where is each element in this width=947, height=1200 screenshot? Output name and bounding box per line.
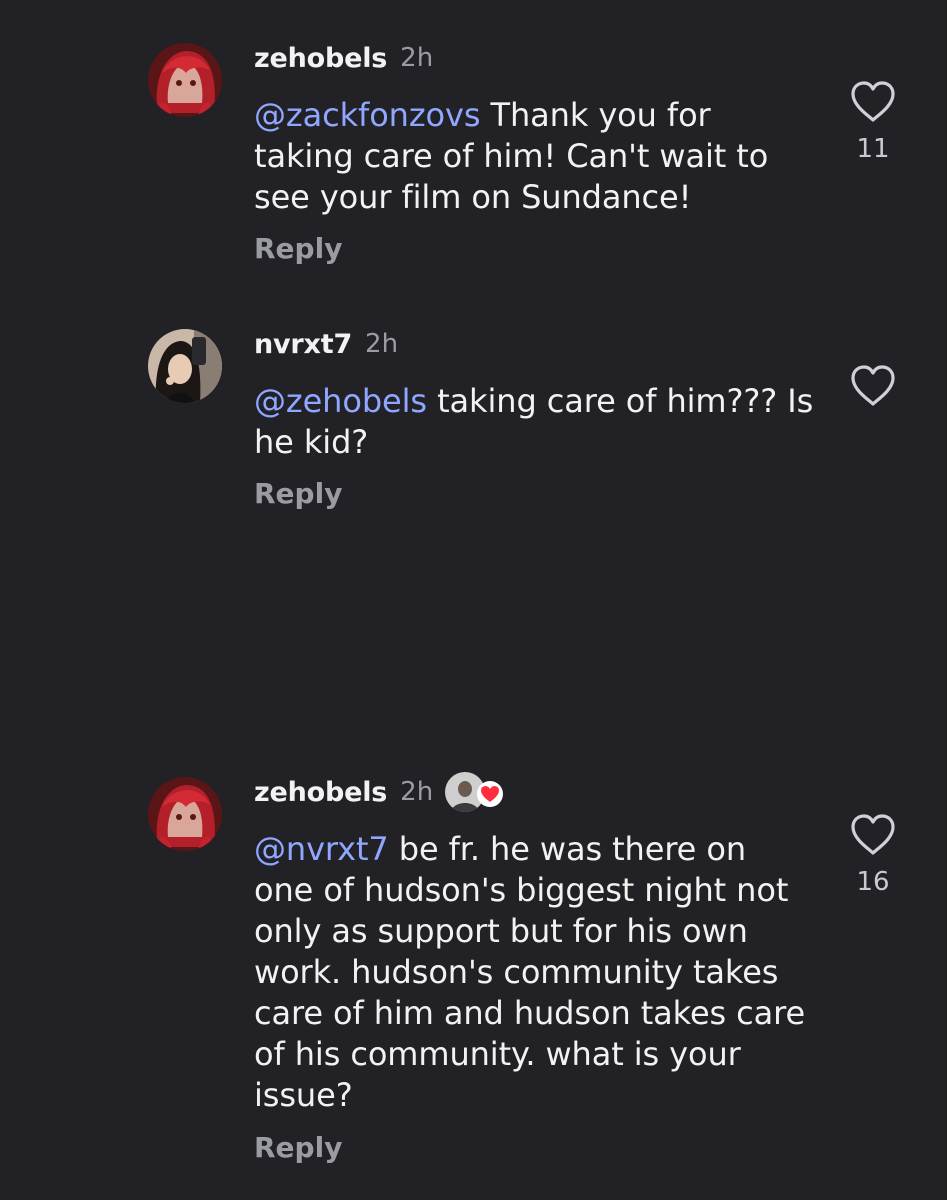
selfie-avatar-icon <box>148 329 222 403</box>
comment-header: zehobels 2h <box>254 40 433 76</box>
red-hair-avatar-icon <box>148 777 222 851</box>
reply-button[interactable]: Reply <box>254 477 342 510</box>
timestamp: 2h <box>400 777 434 807</box>
author-like-heart-icon <box>477 781 504 807</box>
avatar[interactable] <box>148 43 222 117</box>
reply-button[interactable]: Reply <box>254 1131 342 1164</box>
username[interactable]: nvrxt7 <box>254 329 352 360</box>
mention-link[interactable]: @nvrxt7 <box>254 830 389 868</box>
reply-button[interactable]: Reply <box>254 232 342 265</box>
heart-icon[interactable] <box>849 813 897 857</box>
comment-text: @zehobels taking care of him??? Is he ki… <box>254 381 814 463</box>
mention-link[interactable]: @zackfonzovs <box>254 96 481 134</box>
comment-header: zehobels 2h <box>254 772 507 812</box>
heart-icon[interactable] <box>849 364 897 408</box>
username[interactable]: zehobels <box>254 777 387 808</box>
username[interactable]: zehobels <box>254 43 387 74</box>
timestamp: 2h <box>365 329 399 359</box>
avatar[interactable] <box>148 329 222 403</box>
like-count: 16 <box>856 867 890 897</box>
like-column: 11 <box>848 80 898 164</box>
timestamp: 2h <box>400 43 434 73</box>
mention-link[interactable]: @zehobels <box>254 382 427 420</box>
like-count: 11 <box>856 134 890 164</box>
comment-text: @nvrxt7 be fr. he was there on one of hu… <box>254 829 814 1116</box>
comment-body: be fr. he was there on one of hudson's b… <box>254 830 806 1114</box>
comment-header: nvrxt7 2h <box>254 326 398 362</box>
red-hair-avatar-icon <box>148 43 222 117</box>
liked-by-author-badge <box>445 772 507 812</box>
heart-icon[interactable] <box>849 80 897 124</box>
like-column <box>848 364 898 408</box>
like-column: 16 <box>848 813 898 897</box>
avatar[interactable] <box>148 777 222 851</box>
comment-text: @zackfonzovs Thank you for taking care o… <box>254 95 814 218</box>
